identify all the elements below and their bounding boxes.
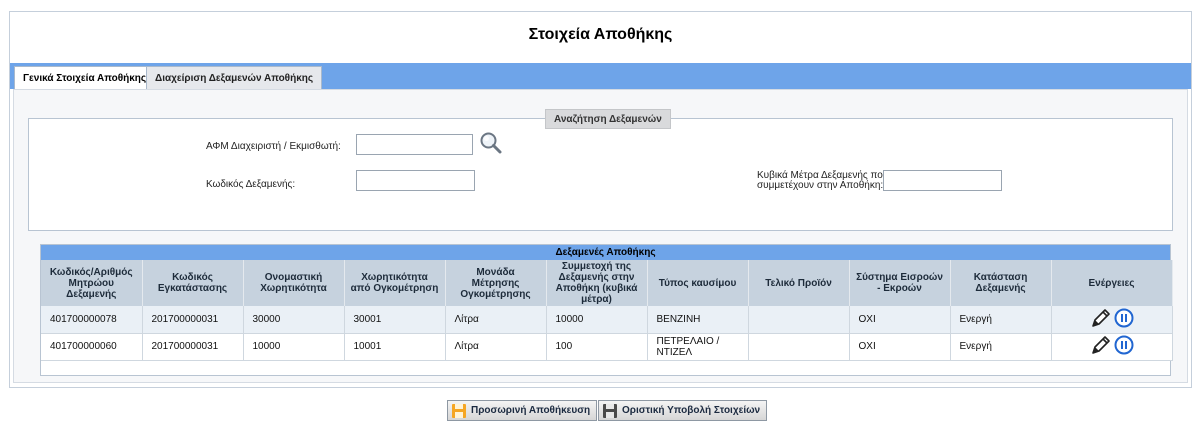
cell-final-product <box>748 306 850 334</box>
save-icon <box>602 403 618 419</box>
cell-nominal-capacity: 10000 <box>243 333 345 361</box>
grid-caption: Δεξαμενές Αποθήκης <box>41 245 1170 260</box>
tab-tank-management[interactable]: Διαχείριση Δεξαμενών Αποθήκης <box>146 66 323 89</box>
cell-status: Ενεργή <box>950 306 1052 334</box>
cell-fuel-type: ΒΕΝΖΙΝΗ <box>647 306 749 334</box>
cell-measured-capacity: 10001 <box>344 333 446 361</box>
column-header[interactable]: Κωδικός/Αριθμός Μητρώου Δεξαμενής <box>41 260 143 306</box>
tab-general-info[interactable]: Γενικά Στοιχεία Αποθήκης <box>14 66 156 89</box>
column-header[interactable]: Μονάδα Μέτρησης Ογκομέτρησης <box>445 260 547 306</box>
pencil-icon[interactable] <box>1090 334 1112 359</box>
tank-code-input[interactable] <box>356 170 475 191</box>
column-header: Ενέργειες <box>1051 260 1173 306</box>
column-header[interactable]: Κωδικός Εγκατάστασης <box>142 260 244 306</box>
cell-status: Ενεργή <box>950 333 1052 361</box>
tanks-table: Κωδικός/Αριθμός Μητρώου Δεξαμενής Κωδικό… <box>41 260 1173 361</box>
final-submit-label: Οριστική Υποβολή Στοιχείων <box>622 405 761 416</box>
cell-actions <box>1051 306 1173 334</box>
cell-tank-code: 401700000078 <box>41 306 143 334</box>
final-submit-button[interactable]: Οριστική Υποβολή Στοιχείων <box>598 400 768 421</box>
column-header[interactable]: Συμμετοχή της Δεξαμενής στην Αποθήκη (κυ… <box>546 260 648 306</box>
column-header[interactable]: Κατάσταση Δεξαμενής <box>950 260 1052 306</box>
tab-bar: Γενικά Στοιχεία Αποθήκης Διαχείριση Δεξα… <box>10 63 1191 89</box>
cell-io-system: ΟΧΙ <box>849 333 951 361</box>
search-legend: Αναζήτηση Δεξαμενών <box>545 109 671 129</box>
temp-save-button[interactable]: Προσωρινή Αποθήκευση <box>447 400 598 421</box>
tanks-grid: Δεξαμενές Αποθήκης Κωδικός/Αριθμός Μητρώ… <box>40 244 1173 376</box>
cell-installation-code: 201700000031 <box>142 306 244 334</box>
cell-actions <box>1051 333 1173 361</box>
cell-tank-code: 401700000060 <box>41 333 143 361</box>
cell-unit: Λίτρα <box>445 333 547 361</box>
page-title: Στοιχεία Αποθήκης <box>528 26 673 43</box>
cell-io-system: ΟΧΙ <box>849 306 951 334</box>
column-header[interactable]: Τύπος καυσίμου <box>647 260 749 306</box>
main-container: Στοιχεία Αποθήκης Γενικά Στοιχεία Αποθήκ… <box>9 11 1192 388</box>
cell-installation-code: 201700000031 <box>142 333 244 361</box>
cell-final-product <box>748 333 850 361</box>
cell-participation: 10000 <box>546 306 648 334</box>
table-row[interactable]: 401700000060 201700000031 10000 10001 Λί… <box>41 333 1173 361</box>
table-header-row: Κωδικός/Αριθμός Μητρώου Δεξαμενής Κωδικό… <box>41 260 1173 306</box>
temp-save-label: Προσωρινή Αποθήκευση <box>471 405 591 416</box>
save-icon <box>451 403 467 419</box>
tab-panel: Αναζήτηση Δεξαμενών ΑΦΜ Διαχειριστή / Εκ… <box>13 89 1188 383</box>
table-row[interactable]: 401700000078 201700000031 30000 30001 Λί… <box>41 306 1173 334</box>
cell-unit: Λίτρα <box>445 306 547 334</box>
column-header[interactable]: Τελικό Προϊόν <box>748 260 850 306</box>
magnifier-icon[interactable] <box>479 131 503 155</box>
pause-icon[interactable] <box>1114 308 1134 331</box>
pause-icon[interactable] <box>1114 335 1134 358</box>
cell-fuel-type: ΠΕΤΡΕΛΑΙΟ / ΝΤΙΖΕΛ <box>647 333 749 361</box>
search-fieldset: Αναζήτηση Δεξαμενών ΑΦΜ Διαχειριστή / Εκ… <box>28 109 1173 231</box>
cubic-meters-input[interactable] <box>883 170 1002 191</box>
tank-code-label: Κωδικός Δεξαμενής: <box>206 179 296 190</box>
column-header[interactable]: Χωρητικότητα από Ογκομέτρηση <box>344 260 446 306</box>
cell-measured-capacity: 30001 <box>344 306 446 334</box>
afm-input[interactable] <box>356 134 473 155</box>
afm-label: ΑΦΜ Διαχειριστή / Εκμισθωτή: <box>206 141 341 152</box>
cubic-meters-label: Κυβικά Μέτρα Δεξαμενής που συμμετέχουν σ… <box>757 171 888 191</box>
cell-nominal-capacity: 30000 <box>243 306 345 334</box>
column-header[interactable]: Σύστημα Εισροών - Εκροών <box>849 260 951 306</box>
pencil-icon[interactable] <box>1090 307 1112 332</box>
column-header[interactable]: Ονομαστική Χωρητικότητα <box>243 260 345 306</box>
cell-participation: 100 <box>546 333 648 361</box>
cubic-meters-label-line-2: συμμετέχουν στην Αποθήκη: <box>757 180 884 191</box>
